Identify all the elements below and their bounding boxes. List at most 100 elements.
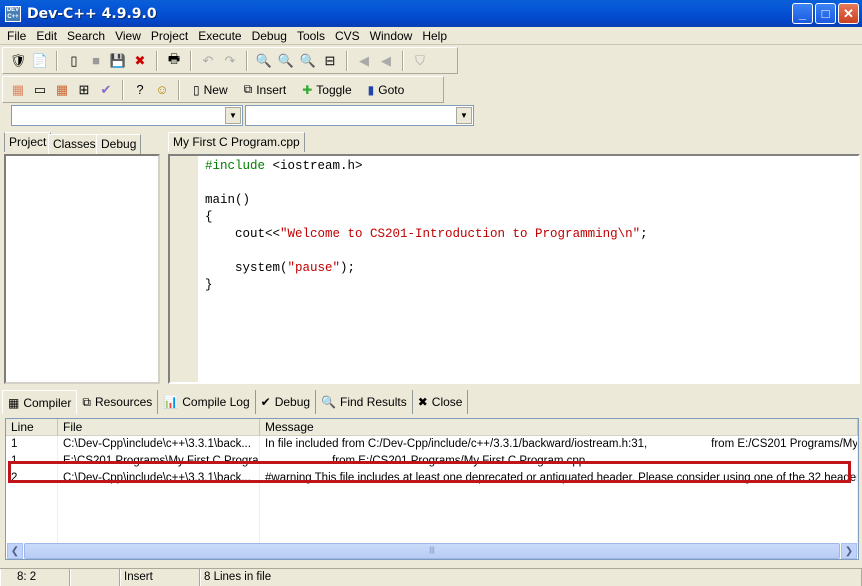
close-icon: ✖ [417, 395, 428, 409]
new-file-icon[interactable]: ▯ [65, 52, 83, 70]
open-project-icon[interactable]: 🛡 [9, 52, 27, 70]
toggle-button[interactable]: ✚ Toggle [296, 79, 357, 101]
cell-line: 1 [6, 436, 58, 453]
find-icon[interactable]: 🔍 [255, 52, 273, 70]
tab-compiler[interactable]: ▦ Compiler [2, 390, 78, 414]
compile-log-icon: 📊 [163, 395, 179, 409]
menu-help[interactable]: Help [417, 29, 452, 43]
column-file[interactable]: File [58, 419, 260, 435]
tab-label: Resources [94, 395, 153, 409]
member-combo[interactable]: ▼ [245, 105, 474, 126]
empty-row [6, 487, 858, 504]
code-token: } [205, 278, 213, 292]
menu-project[interactable]: Project [146, 29, 193, 43]
code-line: { [205, 209, 648, 226]
editor-tab[interactable]: My First C Program.cpp [168, 132, 305, 152]
menu-edit[interactable]: Edit [31, 29, 62, 43]
menu-tools[interactable]: Tools [292, 29, 330, 43]
code-token: system( [205, 261, 288, 275]
new-bookmark-button[interactable]: ▯ New [187, 79, 234, 101]
tab-debug[interactable]: Debug [96, 134, 142, 154]
horizontal-scrollbar[interactable]: ❮ ||| ❯ [7, 543, 857, 559]
help-icon[interactable]: ? [131, 81, 149, 99]
save-all-icon[interactable]: 💾 [109, 52, 127, 70]
code-line: } [205, 277, 648, 294]
modified-indicator [70, 569, 120, 586]
close-file-icon[interactable]: ✖ [131, 52, 149, 70]
compiler-output-grid[interactable]: Line File Message 1 C:\Dev-Cpp\include\c+… [5, 418, 859, 560]
run-icon[interactable]: ▭ [31, 81, 49, 99]
code-token: main() [205, 193, 251, 207]
code-token: <iostream.h> [265, 159, 363, 173]
menu-file[interactable]: File [2, 29, 31, 43]
resources-icon: ⧉ [82, 394, 91, 409]
about-icon[interactable]: ☺ [153, 81, 171, 99]
menu-debug[interactable]: Debug [247, 29, 292, 43]
column-line[interactable]: Line [6, 419, 58, 435]
tab-classes[interactable]: Classes [48, 134, 101, 154]
goto-line-icon[interactable]: ⊟ [321, 52, 339, 70]
file-info: 8 Lines in file [200, 569, 862, 586]
save-icon[interactable]: ■ [87, 52, 105, 70]
code-token: #include [205, 159, 266, 173]
chevron-down-icon[interactable]: ▼ [225, 107, 241, 124]
code-line: system("pause"); [205, 260, 648, 277]
app-icon: DEV C++ [5, 5, 21, 22]
code-line: cout<<"Welcome to CS201-Introduction to … [205, 226, 648, 243]
menu-search[interactable]: Search [62, 29, 110, 43]
menu-view[interactable]: View [110, 29, 146, 43]
tab-project[interactable]: Project [4, 132, 52, 152]
menu-window[interactable]: Window [365, 29, 418, 43]
tab-resources[interactable]: ⧉ Resources [77, 390, 159, 414]
tab-compile-log[interactable]: 📊 Compile Log [158, 390, 256, 414]
menu-cvs[interactable]: CVS [330, 29, 365, 43]
class-combo[interactable]: ▼ [11, 105, 243, 126]
redo-icon[interactable]: ↷ [221, 52, 239, 70]
empty-row [6, 504, 858, 521]
insert-icon: ⧉ [243, 82, 253, 96]
project-tree[interactable] [4, 154, 160, 384]
project-options-icon[interactable]: ⛉ [411, 52, 429, 70]
debug-check-icon[interactable]: ✔ [97, 81, 115, 99]
scroll-right-icon[interactable]: ❯ [841, 543, 857, 559]
compile-icon[interactable]: ▦ [9, 81, 27, 99]
remove-from-project-icon[interactable]: ◀ [377, 52, 395, 70]
compile-run-icon[interactable]: ▦ [53, 81, 71, 99]
tab-find-results[interactable]: 🔍 Find Results [316, 390, 413, 414]
scroll-left-icon[interactable]: ❮ [7, 543, 23, 559]
print-icon[interactable]: 🖶 [165, 51, 183, 70]
code-token: { [205, 210, 213, 224]
tab-debug[interactable]: ✔ Debug [256, 390, 317, 414]
toggle-label: Toggle [316, 82, 352, 97]
warning-highlight-box [8, 461, 851, 483]
title-bar: DEV C++ Dev-C++ 4.9.9.0 _ □ ✕ [0, 0, 862, 27]
open-file-icon[interactable]: 📄 [31, 52, 49, 70]
goto-bookmark-icon: ▮ [367, 82, 375, 97]
insert-button[interactable]: ⧉ Insert [238, 79, 293, 101]
close-button[interactable]: ✕ [838, 3, 859, 24]
code-editor[interactable]: #include <iostream.h> main() { cout<<"Welc… [168, 154, 860, 384]
cursor-position: 8: 2 [0, 569, 70, 586]
compiler-icon: ▦ [8, 395, 20, 410]
rebuild-icon[interactable]: ⊞ [75, 81, 93, 99]
maximize-button[interactable]: □ [815, 3, 836, 24]
goto-button[interactable]: ▮ Goto [362, 79, 411, 101]
bottom-tabs: ▦ Compiler ⧉ Resources 📊 Compile Log ✔ Debug 🔍 Fi… [2, 390, 469, 414]
code-token: cout<< [205, 227, 281, 241]
grid-header: Line File Message [6, 419, 858, 436]
tab-close[interactable]: ✖ Close [413, 390, 469, 414]
add-to-project-icon[interactable]: ◀ [355, 52, 373, 70]
editor-gutter [170, 156, 198, 382]
menu-execute[interactable]: Execute [193, 29, 246, 43]
minimize-button[interactable]: _ [792, 3, 813, 24]
cell-file: C:\Dev-Cpp\include\c++\3.3.1\back... [58, 436, 260, 453]
table-row[interactable]: 1 C:\Dev-Cpp\include\c++\3.3.1\back... In … [6, 436, 858, 453]
column-message[interactable]: Message [260, 419, 858, 435]
code-text[interactable]: #include <iostream.h> main() { cout<<"Welc… [205, 158, 648, 294]
tab-label: Compiler [23, 395, 72, 410]
scroll-thumb[interactable]: ||| [24, 543, 840, 559]
replace-icon[interactable]: 🔍 [277, 52, 295, 70]
undo-icon[interactable]: ↶ [199, 52, 217, 70]
find-next-icon[interactable]: 🔍 [299, 52, 317, 70]
chevron-down-icon[interactable]: ▼ [456, 107, 472, 124]
